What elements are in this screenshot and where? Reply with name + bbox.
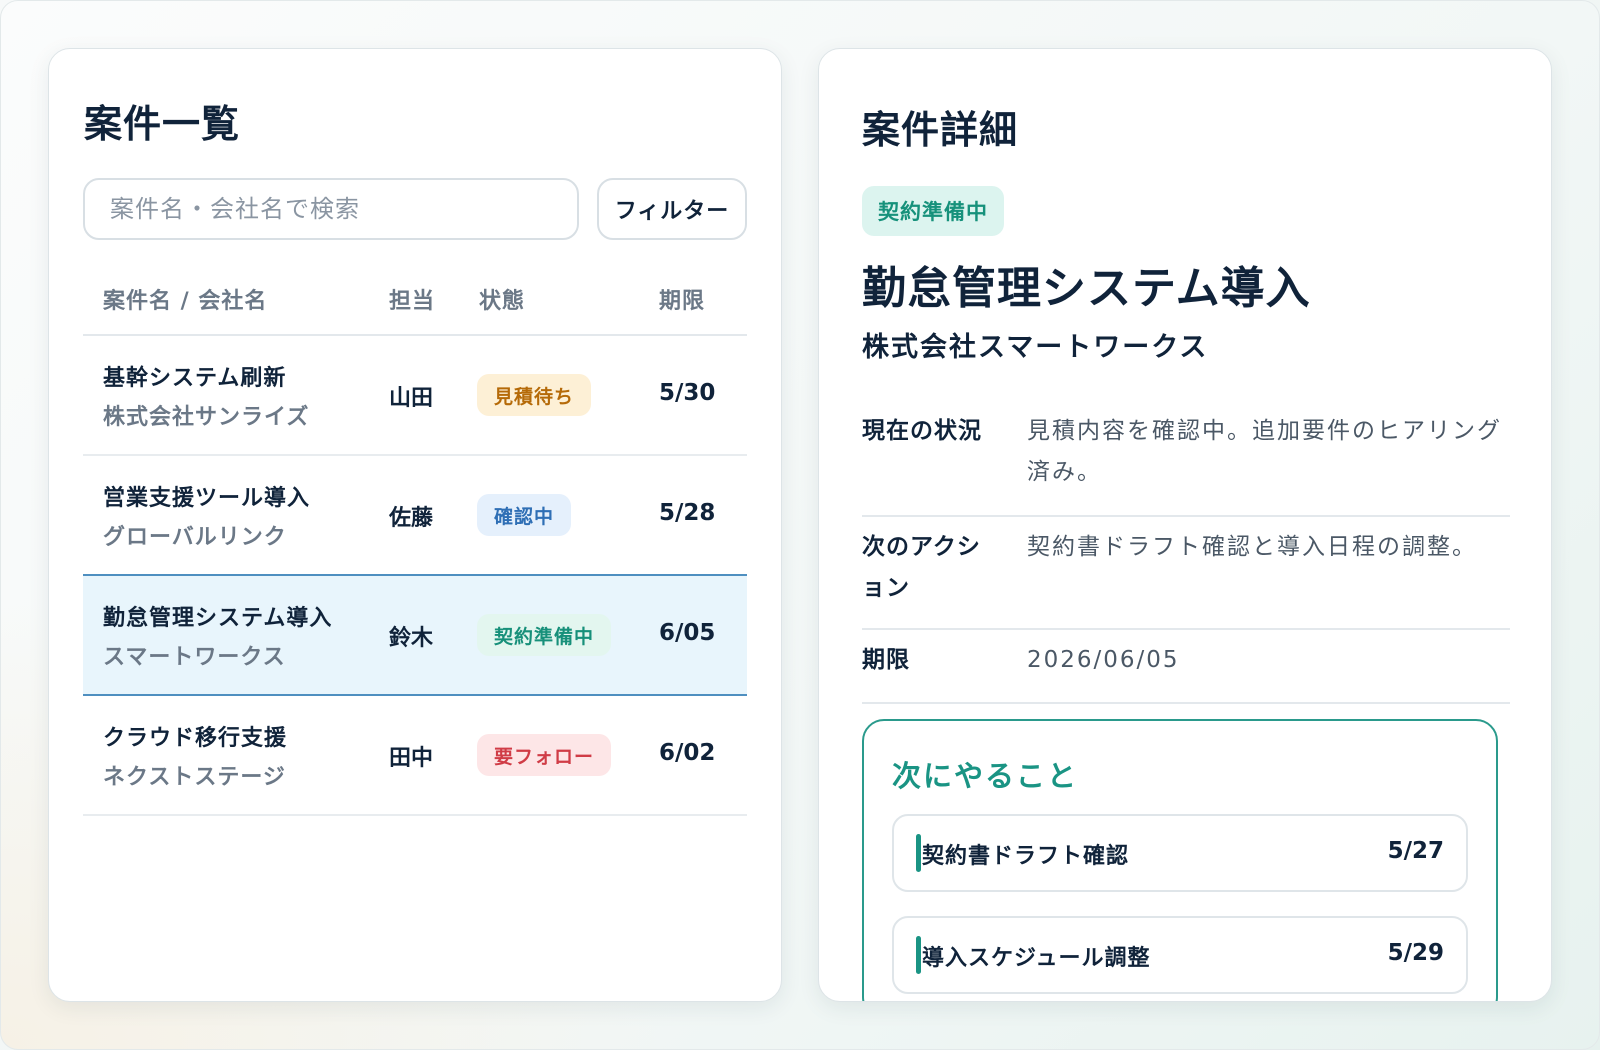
todo-item[interactable]: 契約書ドラフト確認 5/27 bbox=[892, 814, 1468, 892]
todo-label: 契約書ドラフト確認 bbox=[922, 844, 1130, 869]
project-title: 勤怠管理システム導入 bbox=[862, 263, 1311, 314]
info-value: 2026/06/05 bbox=[1027, 647, 1180, 673]
info-row-next-action: 次のアクション 契約書ドラフト確認と導入日程の調整。 bbox=[862, 517, 1510, 630]
status-badge: 確認中 bbox=[477, 494, 572, 536]
search-box[interactable] bbox=[83, 178, 579, 240]
company-name: スマートワークス bbox=[103, 645, 286, 670]
owner-name: 田中 bbox=[389, 746, 434, 771]
detail-title: 案件詳細 bbox=[862, 108, 1019, 152]
project-name: 勤怠管理システム導入 bbox=[103, 606, 333, 631]
column-header-owner[interactable]: 担当 bbox=[389, 283, 435, 315]
todo-due: 5/29 bbox=[1387, 940, 1444, 966]
list-title: 案件一覧 bbox=[84, 102, 241, 146]
owner-name: 鈴木 bbox=[389, 626, 434, 651]
project-name: 営業支援ツール導入 bbox=[103, 486, 311, 511]
todo-item[interactable]: 導入スケジュール調整 5/29 bbox=[892, 916, 1468, 994]
info-label: 期限 bbox=[862, 647, 910, 673]
company-name: 株式会社サンライズ bbox=[103, 405, 310, 430]
column-header-name[interactable]: 案件名 / 会社名 bbox=[103, 283, 267, 315]
info-row-deadline: 期限 2026/06/05 bbox=[862, 630, 1510, 704]
due-date: 5/28 bbox=[659, 500, 716, 526]
due-date: 6/05 bbox=[659, 620, 716, 646]
company-name: ネクストステージ bbox=[103, 765, 286, 790]
table-header: 案件名 / 会社名 担当 状態 期限 bbox=[83, 273, 747, 336]
owner-name: 佐藤 bbox=[389, 506, 434, 531]
info-value: 見積内容を確認中。追加要件のヒアリング済み。 bbox=[1027, 418, 1502, 485]
status-badge: 見積待ち bbox=[477, 374, 592, 416]
status-badge: 要フォロー bbox=[477, 734, 612, 776]
project-detail-panel: 案件詳細 契約準備中 勤怠管理システム導入 株式会社スマートワークス 現在の状況… bbox=[818, 48, 1552, 1002]
status-badge: 契約準備中 bbox=[477, 614, 612, 656]
table-row[interactable]: 基幹システム刷新 株式会社サンライズ 山田 見積待ち 5/30 bbox=[83, 336, 747, 456]
info-label: 現在の状況 bbox=[862, 418, 982, 444]
project-name: 基幹システム刷新 bbox=[103, 366, 287, 391]
column-header-due[interactable]: 期限 bbox=[659, 283, 705, 315]
info-label: 次のアクション bbox=[862, 534, 981, 601]
table-row-selected[interactable]: 勤怠管理システム導入 スマートワークス 鈴木 契約準備中 6/05 bbox=[83, 574, 747, 696]
project-name: クラウド移行支援 bbox=[103, 726, 288, 751]
todo-accent-bar bbox=[916, 834, 921, 872]
project-list-panel: 案件一覧 フィルター 案件名 / 会社名 担当 状態 期限 基幹システム刷新 株… bbox=[48, 48, 782, 1002]
company-name: グローバルリンク bbox=[103, 525, 287, 550]
filter-button[interactable]: フィルター bbox=[597, 178, 747, 240]
owner-name: 山田 bbox=[389, 386, 434, 411]
info-row-current-status: 現在の状況 見積内容を確認中。追加要件のヒアリング済み。 bbox=[862, 401, 1510, 517]
company-name: 株式会社スマートワークス bbox=[862, 332, 1209, 363]
search-input[interactable] bbox=[110, 195, 577, 223]
todo-label: 導入スケジュール調整 bbox=[922, 946, 1151, 971]
project-table-body: 基幹システム刷新 株式会社サンライズ 山田 見積待ち 5/30 営業支援ツール導… bbox=[83, 336, 747, 816]
todo-title: 次にやること bbox=[892, 759, 1079, 793]
due-date: 6/02 bbox=[659, 740, 716, 766]
column-header-status[interactable]: 状態 bbox=[479, 283, 525, 315]
table-row[interactable]: クラウド移行支援 ネクストステージ 田中 要フォロー 6/02 bbox=[83, 696, 747, 816]
info-value: 契約書ドラフト確認と導入日程の調整。 bbox=[1027, 534, 1477, 560]
todo-accent-bar bbox=[916, 936, 921, 974]
todo-due: 5/27 bbox=[1387, 838, 1444, 864]
status-badge: 契約準備中 bbox=[862, 186, 1004, 236]
table-row[interactable]: 営業支援ツール導入 グローバルリンク 佐藤 確認中 5/28 bbox=[83, 456, 747, 576]
next-todo-panel: 次にやること 契約書ドラフト確認 5/27 導入スケジュール調整 5/29 bbox=[862, 719, 1498, 1001]
due-date: 5/30 bbox=[659, 380, 716, 406]
detail-info-list: 現在の状況 見積内容を確認中。追加要件のヒアリング済み。 次のアクション 契約書… bbox=[862, 401, 1510, 704]
